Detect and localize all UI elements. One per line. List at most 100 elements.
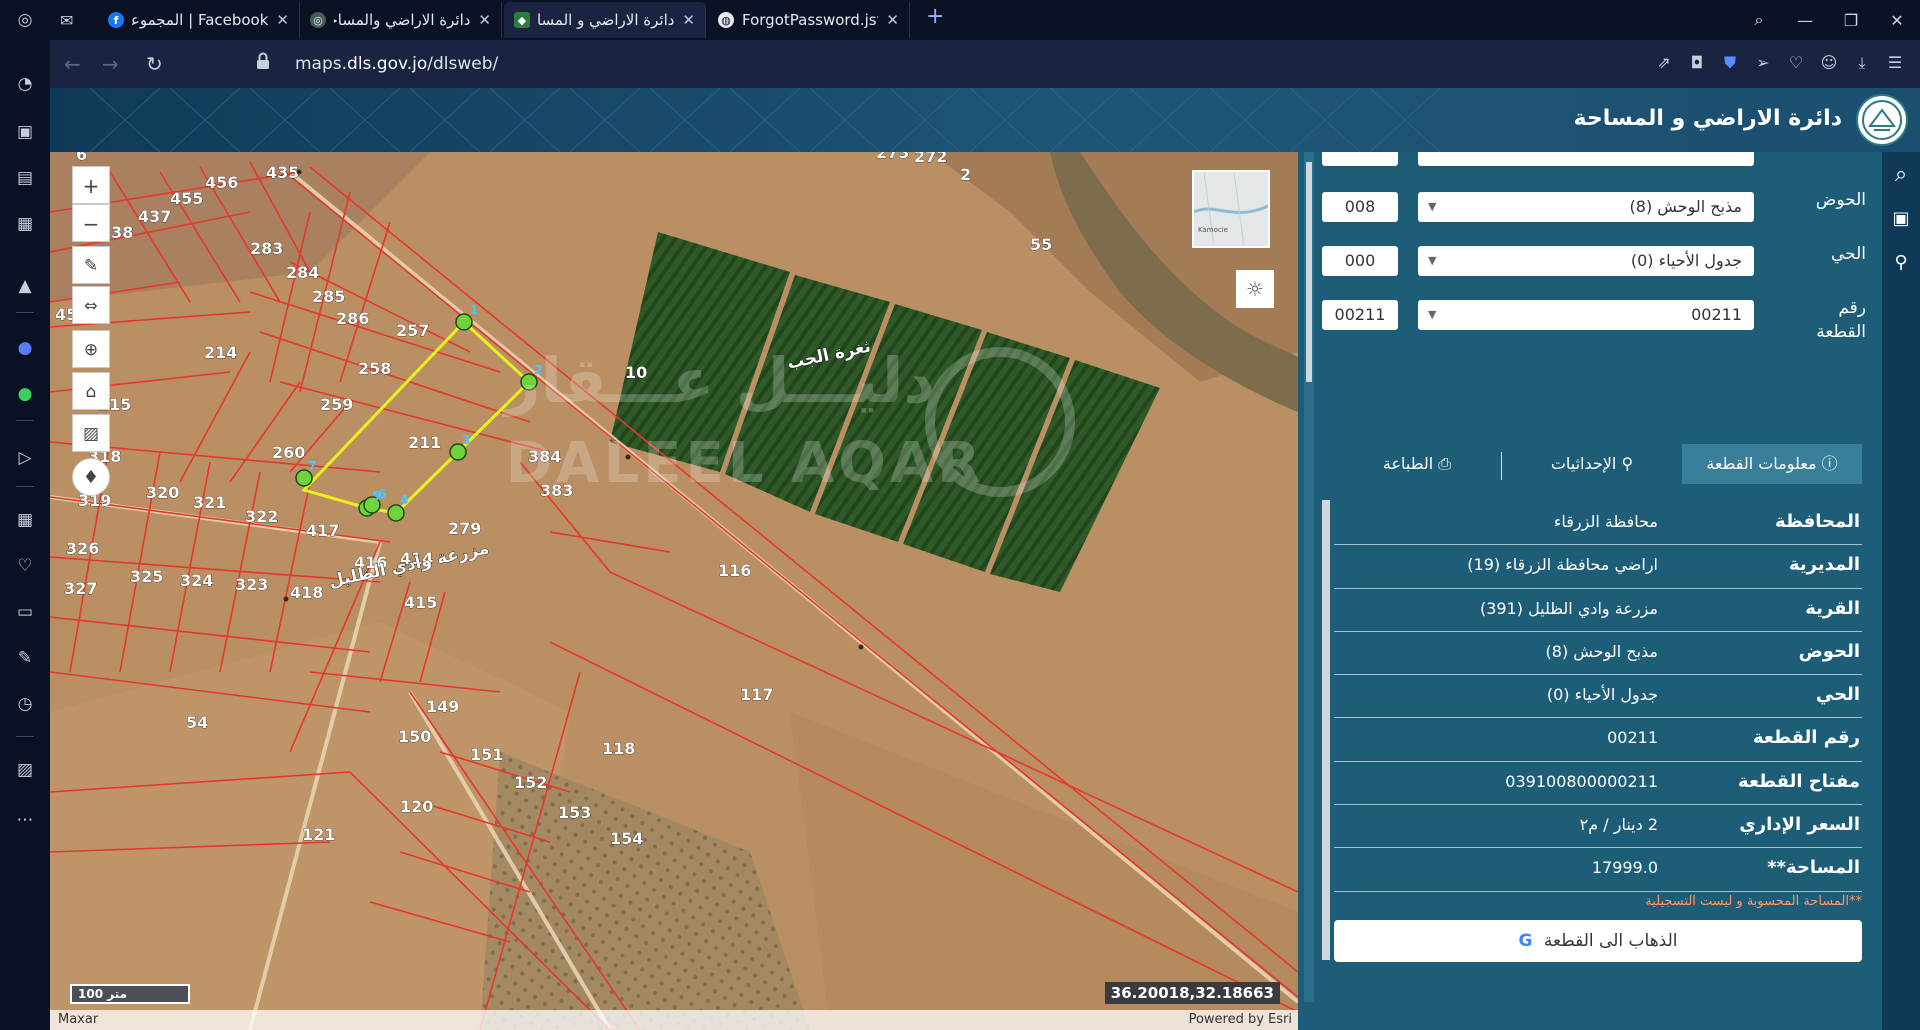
new-tab-button[interactable]: +	[926, 4, 944, 29]
tab-coordinates[interactable]: ⚲ الإحداثيات	[1502, 444, 1682, 484]
send-icon[interactable]: ➢	[1752, 52, 1774, 74]
shopping-icon[interactable]: ▣	[13, 120, 37, 144]
neighborhood-code-field[interactable]: 000	[1322, 246, 1398, 276]
close-window-icon[interactable]: ✕	[1874, 0, 1920, 40]
parcel-number-label: 120	[400, 797, 433, 816]
info-scrollbar[interactable]	[1322, 500, 1330, 960]
tab-dls-services[interactable]: ◎ دائرة الاراضي والمساحة - الخدمات الالك…	[300, 2, 502, 38]
tab-mail[interactable]: ✉	[50, 2, 98, 38]
messenger-icon[interactable]: ●	[13, 336, 37, 360]
camera-icon[interactable]: ◘	[1686, 52, 1708, 74]
tab-dls-map[interactable]: ◆ دائرة الاراضي و المساحة ✕	[504, 2, 706, 38]
tab-parcel-info[interactable]: ⓘ معلومات القطعة	[1682, 444, 1862, 484]
reload-icon[interactable]: ↻	[146, 52, 163, 76]
overview-map[interactable]: Kamocie	[1192, 170, 1270, 248]
attribution-maxar[interactable]: Maxar	[58, 1010, 98, 1030]
parcel-number-label: 456	[205, 173, 238, 192]
dls-logo[interactable]	[1856, 94, 1908, 146]
workspaces-icon[interactable]: ▦	[13, 508, 37, 532]
partial-village-select[interactable]	[1418, 152, 1754, 166]
chevron-down-icon: ▼	[1428, 254, 1437, 267]
heart-icon[interactable]: ♡	[1785, 52, 1807, 74]
tab-forgot-password[interactable]: ◍ ForgotPassword.jsf ✕	[708, 2, 910, 38]
basemap-gallery-button[interactable]: ▨	[72, 414, 110, 452]
close-icon[interactable]: ✕	[478, 11, 491, 29]
minimize-icon[interactable]: —	[1782, 0, 1828, 40]
panel-scrollbar[interactable]	[1304, 152, 1314, 1002]
url-field[interactable]: maps.dls.gov.jo/dlsweb/	[295, 54, 498, 74]
browser-logo-icon[interactable]: ◎	[13, 8, 37, 32]
parcel-number-label: 285	[312, 287, 345, 306]
parcel-number-label: 2	[960, 165, 971, 184]
parcel-number-label: 257	[396, 321, 429, 340]
close-icon[interactable]: ✕	[276, 11, 289, 29]
goto-parcel-button[interactable]: الذهاب الى القطعة G	[1334, 920, 1862, 962]
parcel-number-select[interactable]: ▼ 00211	[1418, 300, 1754, 330]
print-icon: ⎙	[1438, 454, 1452, 473]
zoom-out-button[interactable]: −	[72, 204, 110, 242]
forward-icon[interactable]: →	[102, 52, 119, 76]
basemap-toggle-button[interactable]: ☼	[1236, 270, 1274, 308]
wallet-icon[interactable]: ▣	[1890, 208, 1912, 230]
satellite-map[interactable]: 1234567 دليـــل عـــقار DALEEL AQAR 4354…	[50, 152, 1298, 1030]
close-icon[interactable]: ✕	[886, 11, 899, 29]
back-icon[interactable]: ←	[64, 52, 81, 76]
download-icon[interactable]: ⤓	[1851, 52, 1873, 74]
basin-code-field[interactable]: 008	[1322, 192, 1398, 222]
parcel-number-label: 326	[66, 539, 99, 558]
share-icon[interactable]: ⇗	[1653, 52, 1675, 74]
restore-icon[interactable]: ❐	[1828, 0, 1874, 40]
facebook-icon: f	[108, 12, 124, 28]
basin-select[interactable]: ▼ مذبح الوحش (8)	[1418, 192, 1754, 222]
aria-icon[interactable]: ▲	[13, 274, 37, 298]
locate-button[interactable]: ⊕	[72, 330, 110, 368]
partial-code-box[interactable]	[1322, 152, 1398, 166]
home-button[interactable]: ⌂	[72, 372, 110, 410]
parcel-map[interactable]: 1234567 دليـــل عـــقار DALEEL AQAR 435 4…	[50, 152, 1298, 1030]
zoom-in-button[interactable]: +	[72, 166, 110, 204]
more-icon[interactable]: ⋯	[13, 808, 37, 832]
parcel-number-label: 435	[266, 163, 299, 182]
parcel-number-code-field[interactable]: 00211	[1322, 300, 1398, 330]
player-icon[interactable]: ▷	[13, 446, 37, 470]
history-icon[interactable]: ◷	[13, 692, 37, 716]
parcel-number-label: 320	[146, 483, 179, 502]
search-icon[interactable]: ⌕	[1890, 162, 1912, 187]
parcel-number-label: 150	[398, 727, 431, 746]
panel-tabs: ⓘ معلومات القطعة ⚲ الإحداثيات ⎙ الطباعة	[1322, 444, 1862, 488]
tab-facebook[interactable]: f Facebook | المجموعات ✕	[98, 2, 300, 38]
neighborhood-select[interactable]: ▼ جدول الأحياء (0)	[1418, 246, 1754, 276]
account-icon[interactable]: ☺	[1818, 52, 1840, 74]
compass-button[interactable]: ♦	[72, 458, 110, 496]
scrollbar-thumb[interactable]	[1306, 162, 1312, 382]
info-row: المساحة** 17999.0	[1334, 848, 1862, 892]
url-domain: dls.gov.jo	[347, 54, 428, 74]
vertex-number-label: 1	[470, 303, 478, 317]
search-tabs-icon[interactable]: ⌕	[1736, 0, 1782, 40]
parcel-number-label: 418	[290, 583, 323, 602]
scale-bar: 100 متر	[70, 984, 190, 1004]
gallery-icon[interactable]: ▨	[13, 758, 37, 782]
tab-print[interactable]: ⎙ الطباعة	[1332, 444, 1502, 484]
vertex-number-label: 7	[308, 459, 316, 473]
vpn-shield-icon[interactable]: ⛊	[1719, 52, 1741, 74]
location-pin-icon[interactable]: ⚲	[1890, 252, 1912, 274]
parcel-number-label: 151	[470, 745, 503, 764]
pinboard-icon[interactable]: ▭	[13, 600, 37, 624]
whatsapp-icon[interactable]: ●	[13, 382, 37, 406]
extension-icon[interactable]: ▦	[13, 212, 37, 236]
site-title: دائرة الاراضي و المساحة	[1573, 106, 1842, 131]
snapshot-icon[interactable]: ✎	[13, 646, 37, 670]
speed-dial-icon[interactable]: ◔	[13, 72, 37, 96]
info-row: السعر الإداري 2 دينار / م٢	[1334, 805, 1862, 849]
measure-tool-button[interactable]: ⇔	[72, 286, 110, 324]
twitch-icon[interactable]: ▤	[13, 166, 37, 190]
info-label: مفتاح القطعة	[1738, 770, 1860, 792]
draw-tool-button[interactable]: ✎	[72, 246, 110, 284]
tab-title: Facebook | المجموعات	[132, 11, 269, 29]
close-icon[interactable]: ✕	[682, 11, 695, 29]
favorites-icon[interactable]: ♡	[13, 554, 37, 578]
attribution-esri[interactable]: Powered by Esri	[1189, 1010, 1292, 1030]
settings-icon[interactable]: ☰	[1884, 52, 1906, 74]
parcel-number-label: 455	[170, 189, 203, 208]
